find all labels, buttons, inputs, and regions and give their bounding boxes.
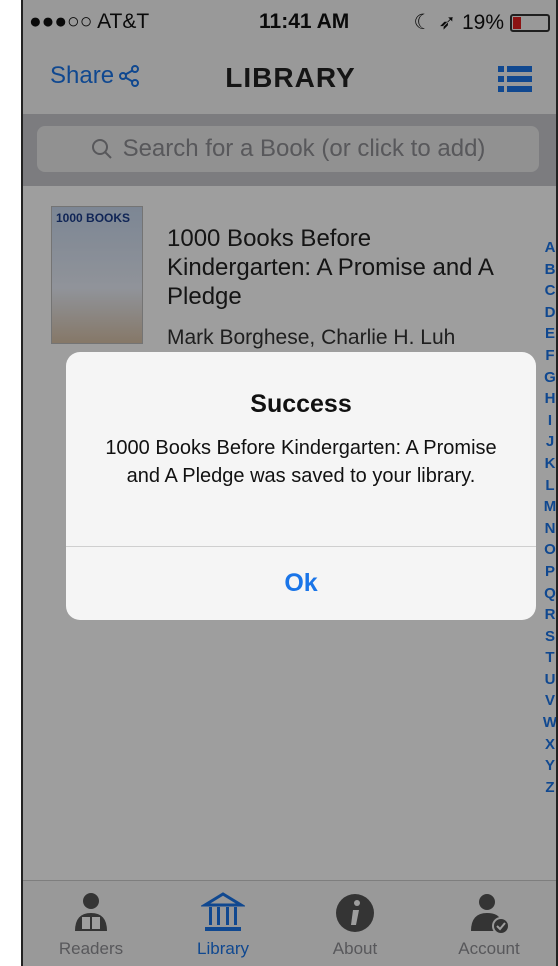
alert-title: Success <box>250 390 352 418</box>
success-alert: Success 1000 Books Before Kindergarten: … <box>66 352 536 620</box>
alert-message: 1000 Books Before Kindergarten: A Promis… <box>105 437 497 487</box>
app-screen: ●●●○○ AT&T 11:41 AM ☾ ➶ 19% Share LIBRAR… <box>21 0 558 966</box>
ok-button[interactable]: Ok <box>66 547 536 620</box>
